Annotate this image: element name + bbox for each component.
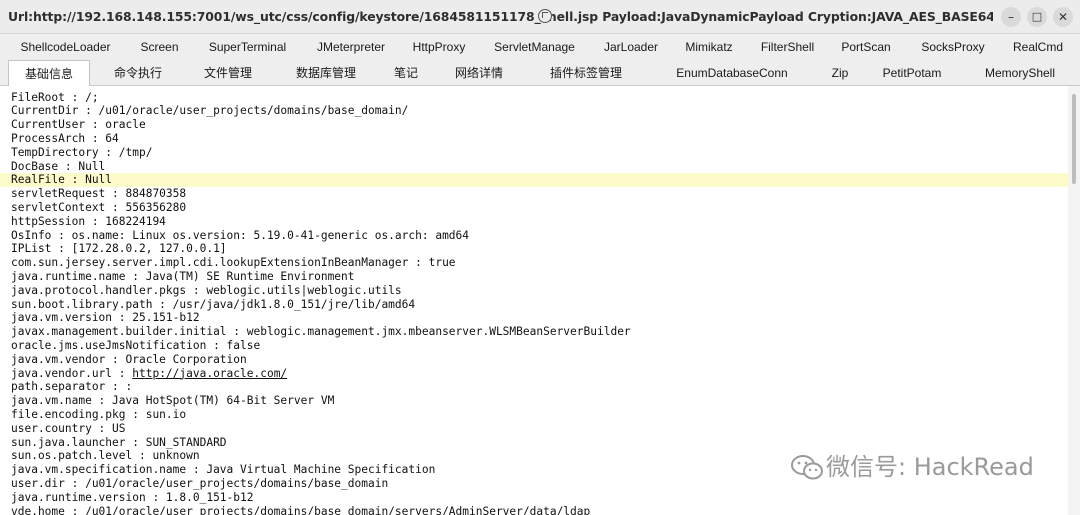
vendor-url-link[interactable]: http://java.oracle.com/ (132, 367, 287, 380)
info-line: httpSession : 168224194 (11, 214, 166, 228)
info-line: java.vm.version : 25.151-b12 (11, 311, 200, 325)
tab-socksproxy[interactable]: SocksProxy (909, 34, 997, 60)
scrollbar-thumb[interactable] (1072, 94, 1076, 184)
info-line: sun.boot.library.path : /usr/java/jdk1.8… (11, 297, 416, 311)
tab-command-exec[interactable]: 命令执行 (100, 60, 176, 86)
info-line: java.vm.vendor : Oracle Corporation (11, 352, 247, 366)
plugin-tab-row: ShellcodeLoader Screen SuperTerminal JMe… (0, 34, 1080, 60)
info-line: javax.management.builder.initial : weblo… (11, 325, 631, 339)
info-line: IPList : [172.28.0.2, 127.0.0.1] (11, 242, 227, 256)
info-line: FileRoot : /; (11, 90, 99, 104)
tab-filtershell[interactable]: FilterShell (752, 34, 823, 60)
tab-mimikatz[interactable]: Mimikatz (676, 34, 742, 60)
tab-jarloader[interactable]: JarLoader (596, 34, 666, 60)
info-line-vendor-url: java.vendor.url : http://java.oracle.com… (0, 367, 1068, 381)
tab-basic-info[interactable]: 基础信息 (8, 60, 90, 86)
tab-portscan[interactable]: PortScan (833, 34, 899, 60)
info-line: java.protocol.handler.pkgs : weblogic.ut… (11, 283, 402, 297)
tab-shellcodeloader[interactable]: ShellcodeLoader (10, 34, 121, 60)
tab-database-manager[interactable]: 数据库管理 (280, 60, 372, 86)
info-line: sun.java.launcher : SUN_STANDARD (11, 435, 227, 449)
tab-jmeterpreter[interactable]: JMeterpreter (307, 34, 395, 60)
tab-superterminal[interactable]: SuperTerminal (198, 34, 297, 60)
tab-realcmd[interactable]: RealCmd (1003, 34, 1073, 60)
info-line: ProcessArch : 64 (11, 131, 119, 145)
close-button[interactable]: ✕ (1053, 7, 1073, 27)
info-line: oracle.jms.useJmsNotification : false (11, 338, 261, 352)
info-line: DocBase : Null (11, 159, 106, 173)
maximize-button[interactable]: □ (1027, 7, 1047, 27)
tab-memoryshell[interactable]: MemoryShell (964, 60, 1076, 86)
info-line: java.runtime.name : Java(TM) SE Runtime … (11, 269, 355, 283)
wechat-icon (791, 455, 823, 480)
info-line: OsInfo : os.name: Linux os.version: 5.19… (11, 228, 470, 242)
basic-info-textarea[interactable]: FileRoot : /; CurrentDir : /u01/oracle/u… (0, 86, 1080, 515)
watermark: 微信号: HackRead (790, 452, 1052, 482)
tab-petitpotam[interactable]: PetitPotam (870, 60, 954, 86)
info-line-key: java.vendor.url : (11, 366, 133, 380)
main-tab-row: 基础信息 命令执行 文件管理 数据库管理 笔记 网络详情 插件标签管理 Enum… (0, 60, 1080, 86)
info-line: file.encoding.pkg : sun.io (11, 407, 187, 421)
info-line: path.separator : : (11, 380, 133, 394)
info-line: java.runtime.version : 1.8.0_151-b12 (11, 490, 254, 504)
tab-screen[interactable]: Screen (131, 34, 188, 60)
info-line: CurrentUser : oracle (11, 118, 146, 132)
window-titlebar: Url:http://192.168.148.155:7001/ws_utc/c… (0, 0, 1080, 34)
tab-notes[interactable]: 笔记 (382, 60, 430, 86)
vertical-scrollbar[interactable] (1068, 86, 1080, 515)
window-title: Url:http://192.168.148.155:7001/ws_utc/c… (8, 9, 993, 24)
info-line: servletContext : 556356280 (11, 200, 187, 214)
minimize-button[interactable]: – (1001, 7, 1021, 27)
info-line: vde.home : /u01/oracle/user_projects/dom… (11, 504, 591, 515)
info-line: user.country : US (11, 421, 126, 435)
tab-httpproxy[interactable]: HttpProxy (405, 34, 473, 60)
info-line: servletRequest : 884870358 (11, 187, 187, 201)
info-line: CurrentDir : /u01/oracle/user_projects/d… (11, 104, 409, 118)
app-badge-icon (538, 9, 552, 23)
info-line: java.vm.name : Java HotSpot(TM) 64-Bit S… (11, 394, 335, 408)
tab-zip[interactable]: Zip (820, 60, 860, 86)
tab-file-manager[interactable]: 文件管理 (186, 60, 270, 86)
watermark-text: 微信号: HackRead (826, 453, 1034, 481)
tab-plugin-tag-manager[interactable]: 插件标签管理 (528, 60, 644, 86)
info-line: TempDirectory : /tmp/ (11, 145, 153, 159)
tab-network-details[interactable]: 网络详情 (440, 60, 518, 86)
tab-enumdatabaseconn[interactable]: EnumDatabaseConn (654, 60, 810, 86)
info-line-highlighted: RealFile : Null (0, 173, 1068, 188)
info-line: com.sun.jersey.server.impl.cdi.lookupExt… (11, 256, 456, 270)
tab-servletmanage[interactable]: ServletManage (483, 34, 586, 60)
